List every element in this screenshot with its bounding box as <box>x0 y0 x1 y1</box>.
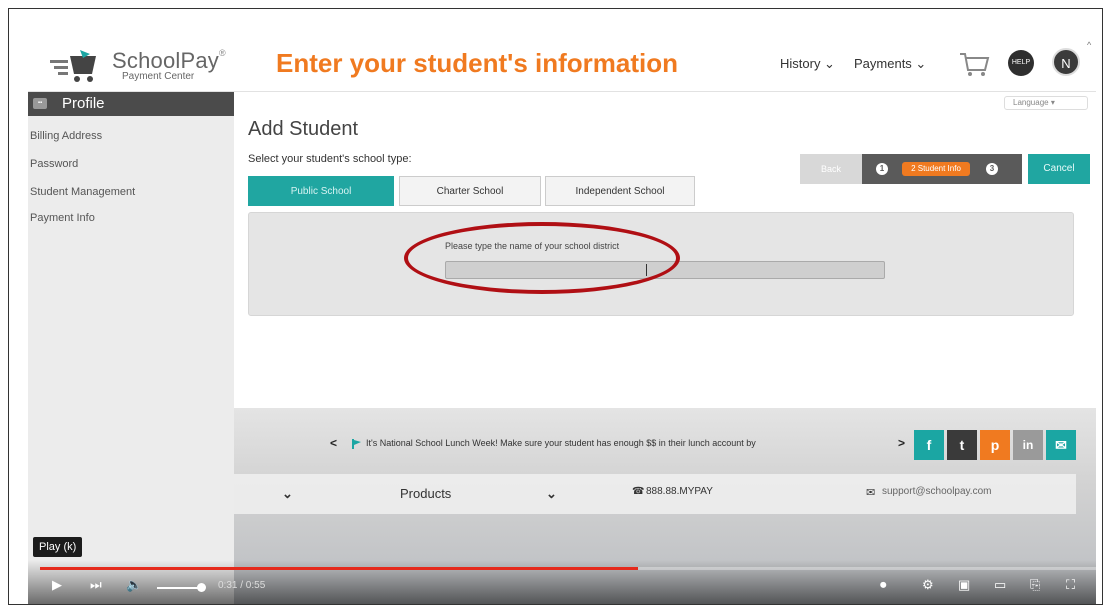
tab-public-school[interactable]: Public School <box>248 176 394 206</box>
volume-knob[interactable] <box>197 583 206 592</box>
video-frame: SchoolPay® Payment Center Enter your stu… <box>28 36 1096 604</box>
news-next-arrow[interactable]: > <box>898 436 905 450</box>
sidebar-item-student-management[interactable]: Student Management <box>30 186 135 198</box>
page-title: Add Student <box>248 118 359 140</box>
theater-mode-icon[interactable]: ▭ <box>994 577 1006 593</box>
wizard-steps: 1 2 Student Info 3 <box>862 154 1022 184</box>
step-current-student-info: 2 Student Info <box>902 162 970 176</box>
news-prev-arrow[interactable]: < <box>330 436 337 450</box>
linkedin-icon[interactable]: in <box>1013 430 1043 460</box>
tab-independent-school[interactable]: Independent School <box>545 176 695 206</box>
next-icon[interactable]: ⏭ <box>90 577 102 593</box>
fullscreen-icon[interactable]: ⛶ <box>1066 577 1075 593</box>
news-ticker: It's National School Lunch Week! Make su… <box>366 438 756 448</box>
step-3-indicator: 3 <box>986 163 998 175</box>
email-share-icon[interactable]: ✉ <box>1046 430 1076 460</box>
support-email[interactable]: support@schoolpay.com <box>882 486 991 497</box>
footer-chevron-products[interactable]: ⌄ <box>546 486 557 502</box>
back-button[interactable]: Back <box>800 154 862 184</box>
page-headline: Enter your student's information <box>276 48 678 78</box>
support-email-icon: ✉ <box>866 487 876 499</box>
flag-icon <box>352 439 361 449</box>
school-type-label: Select your student's school type: <box>248 153 412 165</box>
video-progress-bar[interactable] <box>40 567 1102 570</box>
profile-card-icon: ▪▪ <box>33 98 47 109</box>
sidebar-item-password[interactable]: Password <box>30 158 78 170</box>
miniplayer-icon[interactable]: ▣ <box>958 577 970 593</box>
language-selector[interactable]: Language ▾ <box>1004 96 1088 110</box>
nav-history-menu[interactable]: History ⌄ <box>780 56 835 72</box>
nav-payments-menu[interactable]: Payments ⌄ <box>854 56 926 72</box>
phone-number[interactable]: 888.88.MYPAY <box>646 486 713 497</box>
annotation-ellipse <box>404 222 680 294</box>
settings-icon[interactable]: ⚙ <box>922 577 934 593</box>
phone-icon: ☎ <box>632 486 645 497</box>
time-display: 0:31 / 0:55 <box>218 580 266 591</box>
play-tooltip: Play (k) <box>33 537 83 557</box>
sidebar-item-payment-info[interactable]: Payment Info <box>30 212 95 224</box>
play-icon[interactable]: ▶ <box>52 577 62 593</box>
cast-icon[interactable]: ⎘ <box>1030 577 1040 593</box>
cancel-button[interactable]: Cancel <box>1028 154 1090 184</box>
sidebar-title: Profile <box>62 95 105 112</box>
volume-icon[interactable]: 🔈 <box>126 577 142 593</box>
progress-played <box>40 567 638 570</box>
cart-icon[interactable] <box>958 50 990 78</box>
user-avatar[interactable]: N <box>1052 48 1080 76</box>
help-icon[interactable]: HELP <box>1008 50 1034 76</box>
step-1-indicator: 1 <box>876 163 888 175</box>
twitter-icon[interactable]: t <box>947 430 977 460</box>
sidebar-header: ▪▪ Profile <box>28 92 234 116</box>
profile-sidebar: ▪▪ Profile Billing Address Password Stud… <box>28 92 234 604</box>
autoplay-toggle-icon[interactable]: ⏺ <box>880 577 887 593</box>
footer-chevron-left[interactable]: ⌄ <box>282 486 293 502</box>
sidebar-item-billing-address[interactable]: Billing Address <box>30 130 102 142</box>
site-header: SchoolPay® Payment Center Enter your stu… <box>28 36 1096 92</box>
cart-logo-icon <box>50 50 96 82</box>
footer-bar: ⌄ Products ⌄ ☎ 888.88.MYPAY ✉ support@sc… <box>234 474 1076 514</box>
products-menu[interactable]: Products <box>400 486 451 501</box>
scroll-up-arrow[interactable]: ^ <box>1087 40 1091 50</box>
logo-subtitle: Payment Center <box>122 71 195 82</box>
volume-slider[interactable] <box>157 587 199 589</box>
facebook-icon[interactable]: f <box>914 430 944 460</box>
pinterest-icon[interactable]: p <box>980 430 1010 460</box>
tab-charter-school[interactable]: Charter School <box>399 176 541 206</box>
schoolpay-logo[interactable]: SchoolPay® Payment Center <box>50 46 240 84</box>
